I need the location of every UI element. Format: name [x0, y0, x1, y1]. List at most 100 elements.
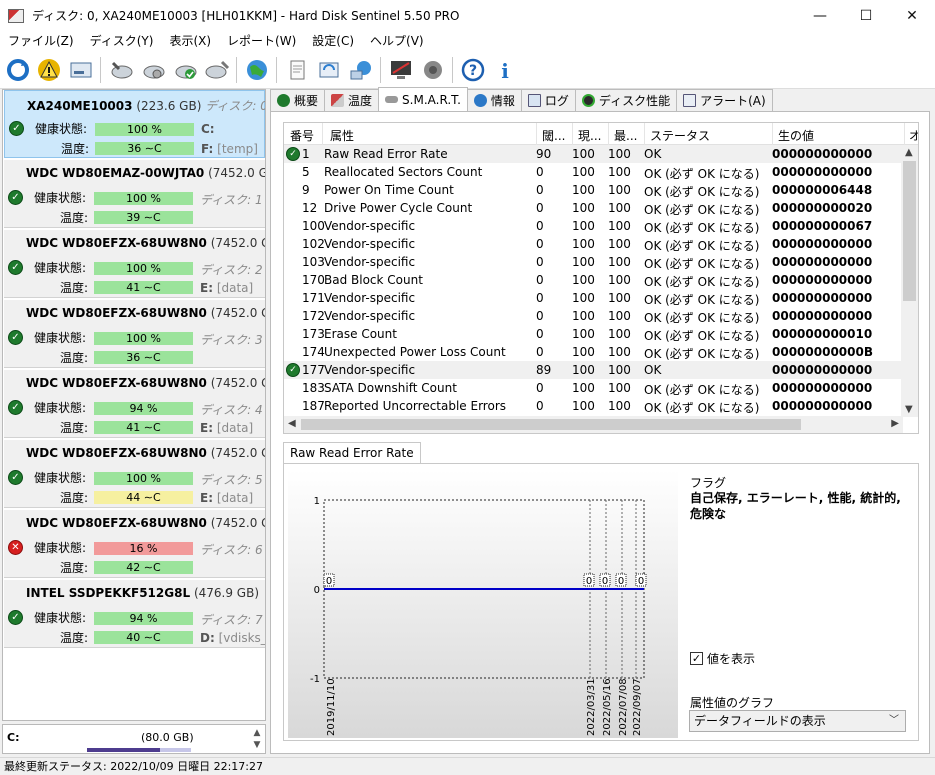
table-row[interactable]: 103 Vendor-specific 0 100 100 OK (必ず OK になる) 0…: [284, 253, 901, 271]
table-row[interactable]: 183 SATA Downshift Count 0 100 100 OK (必ず OK …: [284, 379, 901, 397]
disk-tool-button-3[interactable]: [170, 55, 200, 85]
cell-status: OK (必ず OK になる): [644, 329, 760, 343]
temp-label: 温度:: [60, 281, 89, 295]
volume-scroll-arrows[interactable]: ▲ ▼: [251, 727, 263, 753]
table-row[interactable]: ✓ 1 Raw Read Error Rate 90 100 100 OK 000000000…: [284, 145, 901, 163]
scroll-thumb[interactable]: [301, 419, 801, 430]
maximize-button[interactable]: ☐: [843, 0, 889, 31]
disk-card-4[interactable]: WDC WD80EFZX-68UW8N0 (7452.0 GB) ✓ 健康状態:…: [4, 370, 265, 438]
horizontal-scrollbar[interactable]: ◀ ▶: [284, 416, 903, 433]
sync-button[interactable]: [314, 55, 344, 85]
table-row[interactable]: 187 Reported Uncorrectable Errors 0 100 100 O…: [284, 397, 901, 415]
table-row[interactable]: 170 Bad Block Count 0 100 100 OK (必ず OK になる) 0…: [284, 271, 901, 289]
network-button[interactable]: [346, 55, 376, 85]
disk-size: (7452.0 GB): [210, 376, 265, 390]
menu-report[interactable]: レポート(W): [219, 31, 304, 51]
col-id[interactable]: 番号: [290, 127, 314, 144]
table-row[interactable]: 174 Unexpected Power Loss Count 0 100 100 OK …: [284, 343, 901, 361]
menu-settings[interactable]: 設定(C): [304, 31, 362, 51]
table-row[interactable]: 171 Vendor-specific 0 100 100 OK (必ず OK になる) 0…: [284, 289, 901, 307]
disk-card-0[interactable]: XA240ME10003 (223.6 GB) ディスク: 0 ✓ 健康状態: …: [4, 90, 265, 158]
col-status[interactable]: ステータス: [650, 127, 710, 144]
table-row[interactable]: 172 Vendor-specific 0 100 100 OK (必ず OK になる) 0…: [284, 307, 901, 325]
col-threshold[interactable]: 閾...: [542, 127, 565, 144]
disk-info-button[interactable]: [66, 55, 96, 85]
scroll-down-icon[interactable]: ▼: [905, 404, 913, 415]
table-row[interactable]: 100 Vendor-specific 0 100 100 OK (必ず OK になる) 0…: [284, 217, 901, 235]
tab-info[interactable]: 情報: [466, 89, 522, 111]
cell-threshold: 0: [536, 327, 544, 341]
checkbox-box[interactable]: ✓: [690, 652, 703, 665]
table-row[interactable]: 5 Reallocated Sectors Count 0 100 100 OK (必ず …: [284, 163, 901, 181]
web-button[interactable]: [242, 55, 272, 85]
volume-size: (80.0 GB): [141, 731, 194, 744]
info-button[interactable]: i: [490, 55, 520, 85]
menu-help[interactable]: ヘルプ(V): [362, 31, 432, 51]
scroll-thumb[interactable]: [903, 161, 916, 301]
menu-disk[interactable]: ディスク(Y): [82, 31, 162, 51]
disk-card-1[interactable]: WDC WD80EMAZ-00WJTA0 (7452.0 GB) ✓ 健康状態:…: [4, 160, 265, 228]
tab-smart[interactable]: S.M.A.R.T.: [378, 87, 468, 111]
cell-current: 100: [572, 309, 595, 323]
show-values-checkbox[interactable]: ✓ 値を表示: [690, 650, 755, 667]
cell-worst: 100: [608, 273, 631, 287]
disk-card-5[interactable]: WDC WD80EFZX-68UW8N0 (7452.0 GB) ✓ 健康状態:…: [4, 440, 265, 508]
health-ok-icon: ✓: [8, 260, 23, 275]
alert-button[interactable]: [34, 55, 64, 85]
toolbar-separator: [236, 57, 237, 83]
report-button[interactable]: [282, 55, 312, 85]
temp-bar: 36 ∼C: [94, 351, 193, 364]
column-divider: [644, 123, 645, 145]
monitor-button[interactable]: [386, 55, 416, 85]
col-worst[interactable]: 最...: [614, 127, 637, 144]
refresh-button[interactable]: [3, 55, 33, 85]
disk-card-6[interactable]: WDC WD80EFZX-68UW8N0 (7452.0 GB) ✕ 健康状態:…: [4, 510, 265, 578]
temp-bar: 39 ∼C: [94, 211, 193, 224]
health-bar: 100 %: [94, 192, 193, 205]
col-current[interactable]: 現...: [578, 127, 601, 144]
tab-label: ログ: [544, 94, 569, 108]
disk-card-2[interactable]: WDC WD80EFZX-68UW8N0 (7452.0 GB) ✓ 健康状態:…: [4, 230, 265, 298]
menu-view[interactable]: 表示(X): [161, 31, 219, 51]
vertical-scrollbar[interactable]: ▲ ▼: [901, 145, 918, 417]
col-raw-value[interactable]: 生の値: [778, 127, 814, 144]
tab-log[interactable]: ログ: [520, 89, 576, 111]
disk-card-7[interactable]: INTEL SSDPEKKF512G8L (476.9 GB) ✓ 健康状態: …: [4, 580, 265, 648]
tab-temperature[interactable]: 温度: [324, 89, 380, 111]
disk-tool-button-1[interactable]: [106, 55, 136, 85]
table-row[interactable]: ✓ 177 Vendor-specific 89 100 100 OK 00000000000…: [284, 361, 901, 379]
disk-tool-button-2[interactable]: [138, 55, 168, 85]
cell-worst: 100: [608, 201, 631, 215]
cell-worst: 100: [608, 327, 631, 341]
table-row[interactable]: 173 Erase Count 0 100 100 OK (必ず OK になる) 00000…: [284, 325, 901, 343]
table-row[interactable]: 12 Drive Power Cycle Count 0 100 100 OK (必ず O…: [284, 199, 901, 217]
disk-size: (7452.0 GB): [210, 306, 265, 320]
cell-raw-value: 00000000000B: [772, 345, 873, 359]
col-overflow[interactable]: オ: [909, 127, 918, 144]
close-button[interactable]: ✕: [889, 0, 935, 31]
health-label: 健康状態:: [34, 471, 87, 485]
disk-tool-button-4[interactable]: [202, 55, 232, 85]
disk-card-3[interactable]: WDC WD80EFZX-68UW8N0 (7452.0 GB) ✓ 健康状態:…: [4, 300, 265, 368]
scroll-right-icon[interactable]: ▶: [891, 418, 899, 429]
table-row[interactable]: 9 Power On Time Count 0 100 100 OK (必ず OK になる…: [284, 181, 901, 199]
disk-model: WDC WD80EFZX-68UW8N0: [26, 516, 207, 530]
menu-file[interactable]: ファイル(Z): [0, 31, 82, 51]
help-button[interactable]: ?: [458, 55, 488, 85]
graph-type-select[interactable]: データフィールドの表示 ﹀: [689, 710, 906, 732]
menu-bar: ファイル(Z) ディスク(Y) 表示(X) レポート(W) 設定(C) ヘルプ(…: [0, 31, 935, 51]
table-row[interactable]: 102 Vendor-specific 0 100 100 OK (必ず OK になる) 0…: [284, 235, 901, 253]
health-bar: 16 %: [94, 542, 193, 555]
sound-button[interactable]: [418, 55, 448, 85]
temp-label: 温度:: [60, 211, 89, 225]
tab-performance[interactable]: ディスク性能: [574, 89, 678, 111]
minimize-button[interactable]: —: [797, 0, 843, 31]
cell-id: 12: [302, 201, 318, 215]
column-divider: [772, 123, 773, 145]
scroll-left-icon[interactable]: ◀: [288, 418, 296, 429]
col-attribute[interactable]: 属性: [330, 127, 354, 144]
tab-alert[interactable]: アラート(A): [676, 89, 773, 111]
chart-tab[interactable]: Raw Read Error Rate: [283, 442, 421, 464]
tab-overview[interactable]: 概要: [270, 89, 326, 111]
scroll-up-icon[interactable]: ▲: [905, 147, 913, 158]
